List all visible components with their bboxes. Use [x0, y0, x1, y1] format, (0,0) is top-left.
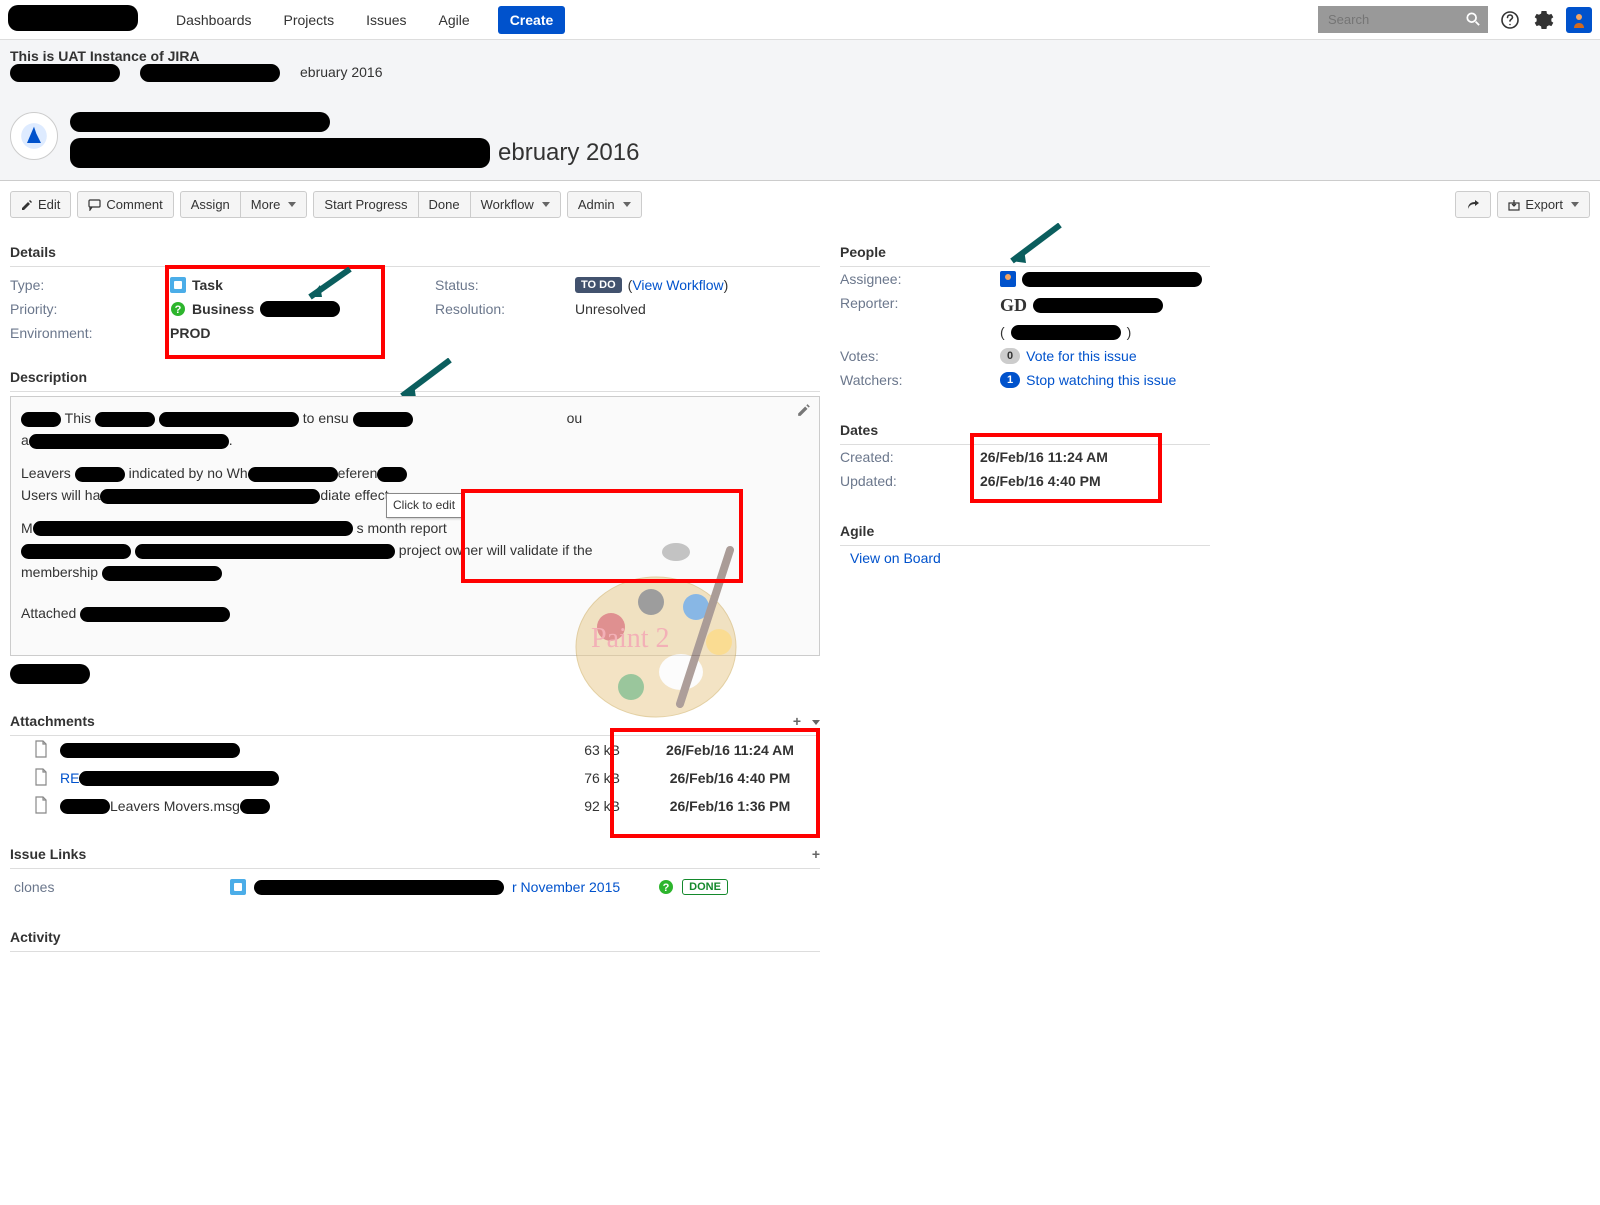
help-icon[interactable] — [1498, 8, 1522, 32]
file-icon — [34, 796, 50, 816]
search-icon[interactable] — [1466, 12, 1480, 29]
issue-title: ebruary 2016 — [70, 138, 1590, 168]
edit-button[interactable]: Edit — [10, 191, 71, 218]
type-value: Task — [192, 277, 223, 293]
nav-create-button[interactable]: Create — [498, 6, 566, 34]
votes-count: 0 — [1000, 348, 1020, 364]
attachment-row[interactable]: RE 76 kB 26/Feb/16 4:40 PM — [10, 764, 820, 792]
issue-header: ebruary 2016 — [0, 96, 1600, 181]
banner-text: This is UAT Instance of JIRA — [10, 48, 200, 64]
file-icon — [34, 740, 50, 760]
reporter-initials: GD — [1000, 295, 1027, 316]
app-logo[interactable] — [8, 5, 158, 35]
environment-value: PROD — [170, 325, 210, 341]
assignee-label: Assignee: — [840, 271, 1000, 287]
linked-issue-status: DONE — [682, 879, 728, 895]
votes-label: Votes: — [840, 348, 1000, 364]
attachment-date: 26/Feb/16 4:40 PM — [640, 770, 820, 786]
status-label: Status: — [435, 277, 575, 293]
linked-issue-link[interactable]: r November 2015 — [512, 879, 620, 895]
banner-date-fragment: ebruary 2016 — [300, 64, 383, 80]
nav-projects[interactable]: Projects — [270, 4, 349, 36]
done-button[interactable]: Done — [418, 191, 470, 218]
priority-value: Business — [192, 301, 254, 317]
share-button[interactable] — [1455, 191, 1491, 218]
user-avatar[interactable] — [1566, 7, 1592, 33]
assign-button[interactable]: Assign — [180, 191, 240, 218]
click-to-edit-tooltip: Click to edit — [386, 493, 462, 518]
attachment-size: 76 kB — [560, 770, 640, 786]
admin-button[interactable]: Admin — [567, 191, 642, 218]
activity-section-title: Activity — [10, 923, 820, 952]
description-section-title: Description — [10, 363, 820, 392]
watch-link[interactable]: Stop watching this issue — [1026, 372, 1176, 388]
search-input[interactable] — [1318, 6, 1488, 33]
edit-description-icon[interactable] — [797, 401, 815, 419]
issue-toolbar: Edit Comment Assign More Start Progress … — [0, 181, 1600, 228]
attachment-date: 26/Feb/16 1:36 PM — [640, 798, 820, 814]
start-progress-button[interactable]: Start Progress — [313, 191, 417, 218]
workflow-button[interactable]: Workflow — [470, 191, 561, 218]
nav-issues[interactable]: Issues — [352, 4, 420, 36]
settings-icon[interactable] — [1532, 8, 1556, 32]
issue-links-section-title: Issue Links + — [10, 840, 820, 869]
nav-dashboards[interactable]: Dashboards — [162, 4, 266, 36]
resolution-label: Resolution: — [435, 301, 575, 317]
export-button[interactable]: Export — [1497, 191, 1590, 218]
paint-watermark-text: Paint 2 — [591, 617, 670, 662]
svg-text:?: ? — [663, 882, 670, 894]
project-avatar[interactable] — [10, 112, 58, 160]
view-workflow-link[interactable]: View Workflow — [632, 277, 723, 293]
view-on-board-link[interactable]: View on Board — [840, 550, 941, 566]
breadcrumb[interactable] — [70, 112, 1590, 136]
watchers-label: Watchers: — [840, 372, 1000, 388]
top-navigation: Dashboards Projects Issues Agile Create — [0, 0, 1600, 40]
add-attachment-icon[interactable]: + — [793, 713, 801, 729]
attachment-row[interactable]: 63 kB 26/Feb/16 11:24 AM — [10, 736, 820, 764]
svg-text:?: ? — [175, 304, 182, 316]
attachment-date: 26/Feb/16 11:24 AM — [640, 742, 820, 758]
type-label: Type: — [10, 277, 170, 293]
more-button[interactable]: More — [240, 191, 308, 218]
created-label: Created: — [840, 449, 980, 465]
updated-label: Updated: — [840, 473, 980, 489]
dates-section-title: Dates — [840, 416, 1210, 445]
environment-label: Environment: — [10, 325, 170, 341]
created-value: 26/Feb/16 11:24 AM — [980, 449, 1108, 465]
agile-section-title: Agile — [840, 517, 1210, 546]
attachment-row[interactable]: Leavers Movers.msg 92 kB 26/Feb/16 1:36 … — [10, 792, 820, 820]
watchers-count: 1 — [1000, 372, 1020, 388]
details-section-title: Details — [10, 238, 820, 267]
attachment-size: 92 kB — [560, 798, 640, 814]
linked-issue-priority-icon: ? — [658, 879, 674, 895]
task-type-icon — [170, 277, 186, 293]
reporter-label: Reporter: — [840, 295, 1000, 316]
priority-icon: ? — [170, 301, 186, 317]
description-content[interactable]: This to ensu ou a. Leavers indicated by … — [10, 396, 820, 656]
file-icon — [34, 768, 50, 788]
vote-link[interactable]: Vote for this issue — [1026, 348, 1137, 364]
search-container — [1318, 6, 1488, 33]
nav-agile[interactable]: Agile — [425, 4, 484, 36]
attachment-size: 63 kB — [560, 742, 640, 758]
people-section-title: People — [840, 238, 1210, 267]
comment-button[interactable]: Comment — [77, 191, 173, 218]
status-value: TO DO — [575, 277, 622, 293]
link-relation: clones — [10, 879, 230, 895]
attachments-section-title: Attachments + — [10, 707, 820, 736]
announcement-banner: This is UAT Instance of JIRA ebruary 201… — [0, 40, 1600, 96]
resolution-value: Unresolved — [575, 301, 820, 317]
updated-value: 26/Feb/16 4:40 PM — [980, 473, 1101, 489]
priority-label: Priority: — [10, 301, 170, 317]
add-link-icon[interactable]: + — [812, 846, 820, 862]
attachment-options-icon[interactable] — [809, 713, 820, 729]
linked-issue-type-icon — [230, 879, 246, 895]
assignee-avatar-icon — [1000, 271, 1016, 287]
